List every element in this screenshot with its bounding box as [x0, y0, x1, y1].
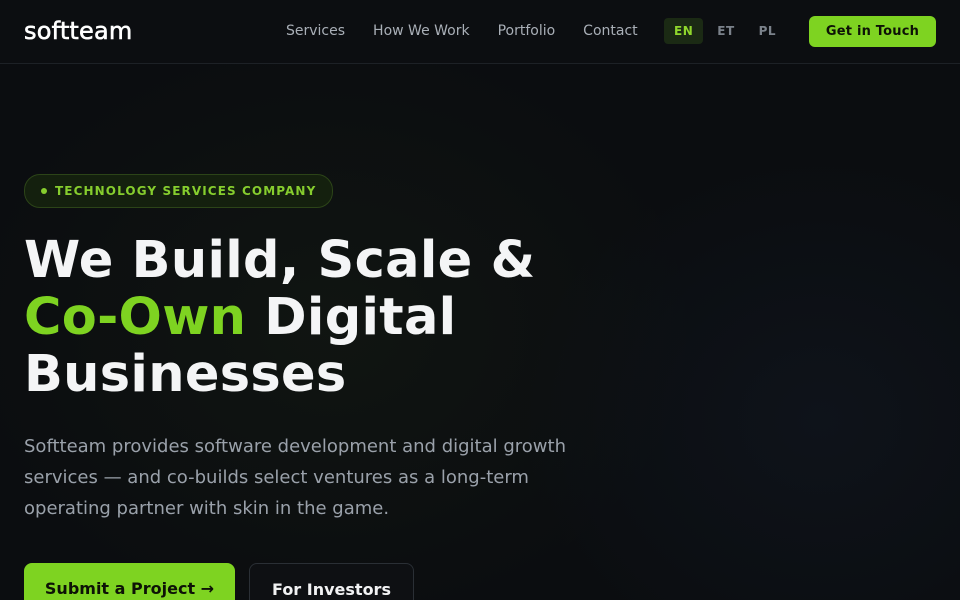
nav-link-portfolio[interactable]: Portfolio — [498, 22, 556, 40]
nav-links: Services How We Work Portfolio Contact — [286, 22, 666, 40]
lang-pl-button[interactable]: PL — [749, 18, 786, 44]
headline-line-1: We Build, Scale & — [24, 231, 536, 290]
top-nav: softteam Services How We Work Portfolio … — [0, 0, 960, 64]
nav-link-services[interactable]: Services — [286, 22, 345, 40]
headline-line-2-rest: Digital — [246, 288, 457, 347]
language-switcher: EN ET PL — [664, 18, 786, 44]
headline-accent: Co-Own — [24, 288, 247, 347]
get-in-touch-button[interactable]: Get in Touch — [809, 16, 936, 47]
badge-dot-icon — [41, 188, 47, 194]
submit-project-button[interactable]: Submit a Project → — [24, 563, 235, 600]
lang-et-button[interactable]: ET — [707, 18, 744, 44]
nav-link-how-we-work[interactable]: How We Work — [373, 22, 470, 40]
hero-headline: We Build, Scale & Co-Own Digital Busines… — [24, 232, 644, 403]
for-investors-button[interactable]: For Investors — [249, 563, 414, 600]
nav-link-contact[interactable]: Contact — [583, 22, 637, 40]
logo[interactable]: softteam — [24, 17, 133, 46]
headline-line-3: Businesses — [24, 345, 347, 404]
lang-en-button[interactable]: EN — [664, 18, 704, 44]
hero-subtext: Softteam provides software development a… — [24, 436, 566, 519]
badge-label: TECHNOLOGY SERVICES COMPANY — [55, 184, 317, 198]
page: softteam Services How We Work Portfolio … — [0, 0, 960, 600]
hero-badge: TECHNOLOGY SERVICES COMPANY — [24, 174, 334, 208]
